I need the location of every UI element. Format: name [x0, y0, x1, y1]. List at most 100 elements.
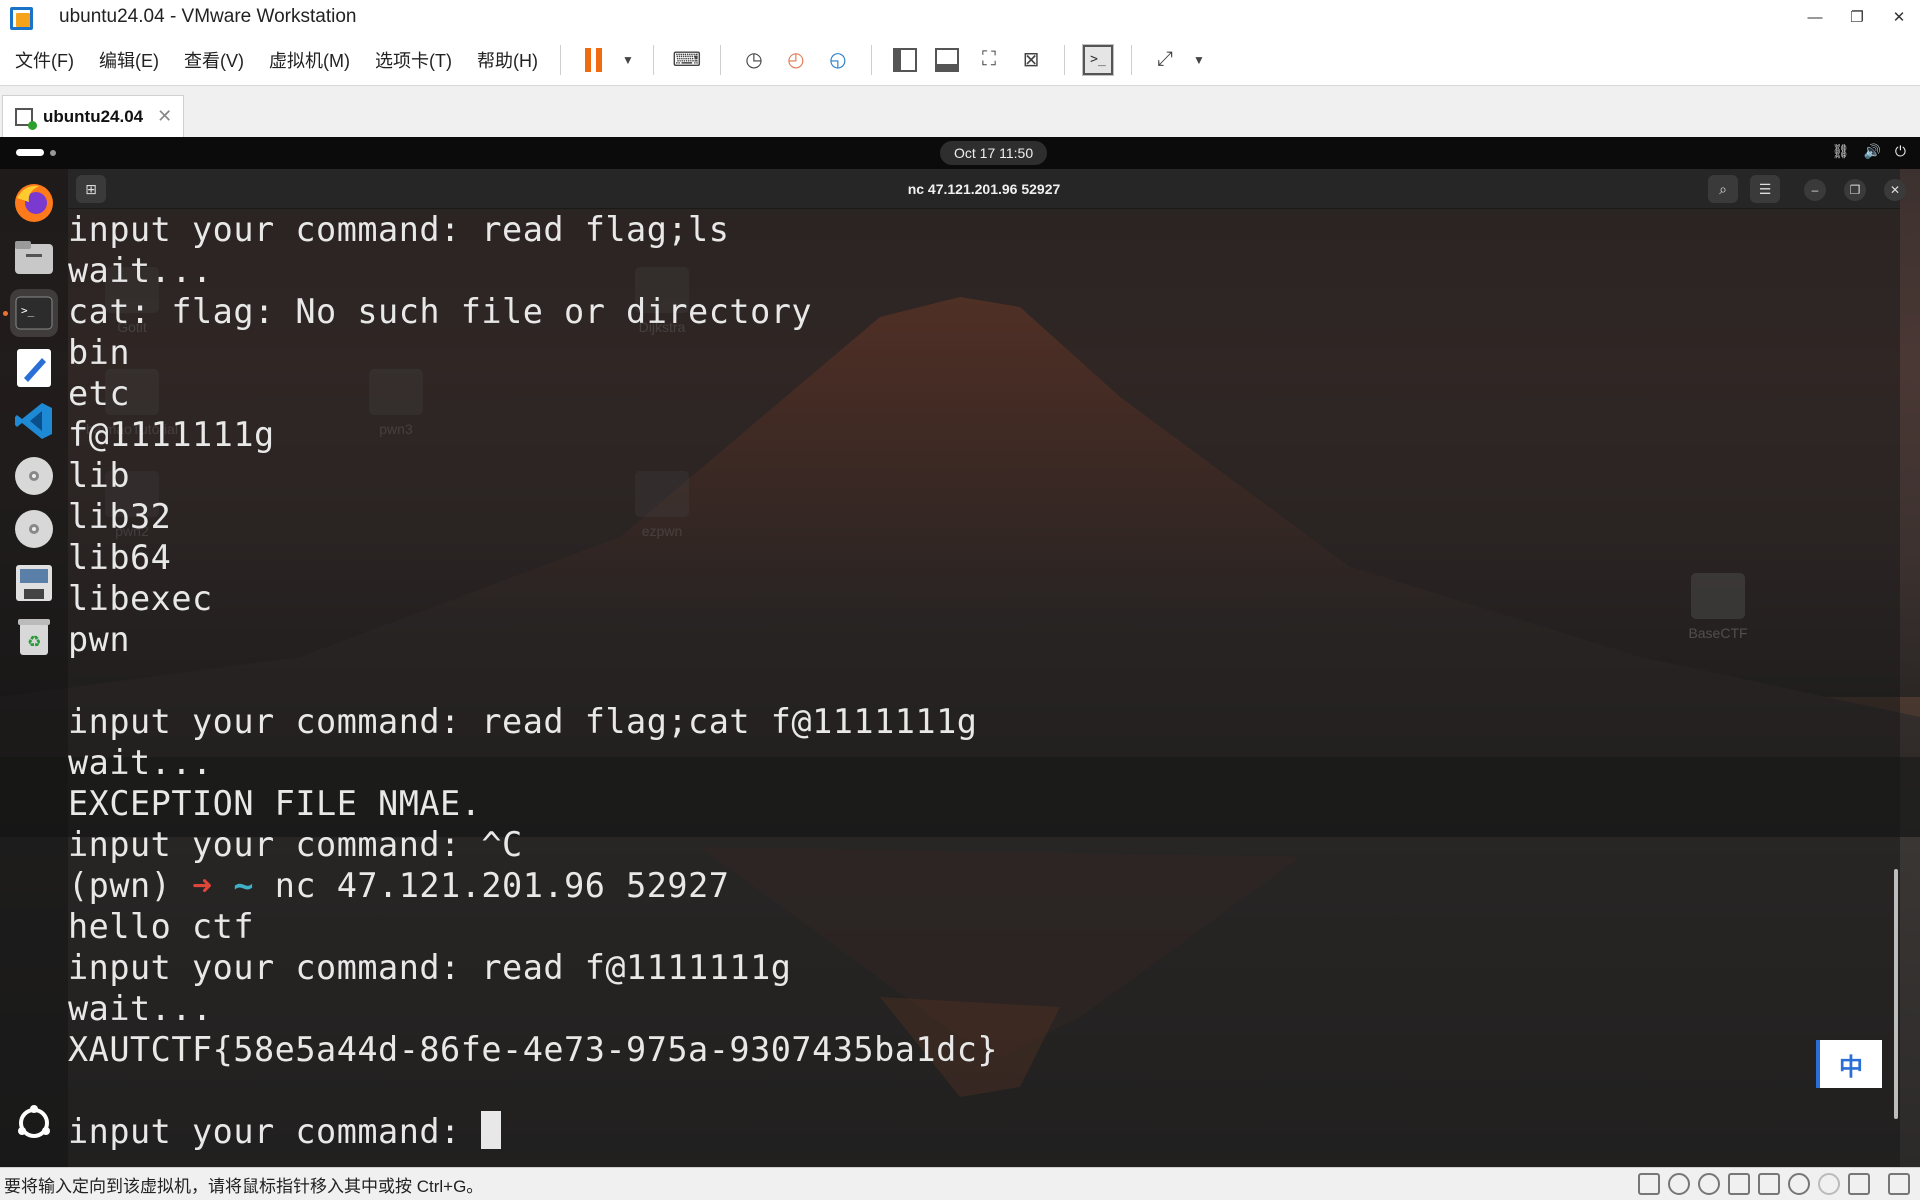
terminal-line: hello ctf — [68, 907, 255, 946]
vscode-icon[interactable] — [10, 397, 58, 445]
trash-icon[interactable]: ♻ — [10, 613, 58, 661]
text-editor-icon[interactable] — [10, 344, 58, 392]
vmware-logo-icon — [7, 4, 33, 30]
power-icon: ⏻ — [1894, 143, 1906, 159]
toolbar-separator — [870, 44, 872, 75]
shell-prompt-line: (pwn) ➜ ~ nc 47.121.201.96 52927 — [68, 865, 1900, 906]
restore-button[interactable]: ❐ — [1836, 0, 1878, 34]
sound-card-icon[interactable] — [1818, 1173, 1840, 1195]
device-status-icons — [1638, 1173, 1910, 1195]
usb-icon[interactable] — [1788, 1173, 1810, 1195]
terminal-input-line[interactable]: input your command: — [68, 1111, 1900, 1152]
text-cursor — [481, 1111, 502, 1149]
minimize-button[interactable]: — — [1794, 0, 1836, 34]
terminal-output[interactable]: input your command: read flag;ls wait...… — [68, 209, 1900, 1167]
dropdown-arrow-icon[interactable]: ▼ — [1192, 45, 1206, 75]
terminal-scrollbar[interactable] — [1894, 869, 1898, 1119]
toolbar-separator — [1063, 44, 1065, 75]
message-icon[interactable] — [1888, 1173, 1910, 1195]
menu-edit[interactable]: 编辑(E) — [89, 47, 169, 73]
clock[interactable]: Oct 17 11:50 — [940, 141, 1048, 165]
cd-drive-icon[interactable] — [1698, 1173, 1720, 1195]
menu-file[interactable]: 文件(F) — [5, 47, 84, 73]
terminal-line: wait... — [68, 989, 213, 1028]
printer-icon[interactable] — [1848, 1173, 1870, 1195]
window-title: ubuntu24.04 - VMware Workstation — [59, 6, 357, 27]
prompt-env: (pwn) — [68, 866, 193, 905]
terminal-line: bin — [68, 333, 131, 372]
terminal-line: lib32 — [68, 497, 172, 536]
toolbar-separator — [559, 44, 561, 75]
show-apps-ubuntu-icon[interactable] — [10, 1099, 58, 1147]
snapshot-icon[interactable]: ◷ — [739, 45, 769, 75]
status-message: 要将输入定向到该虚拟机，请将鼠标指针移入其中或按 Ctrl+G。 — [4, 1176, 484, 1196]
terminal-line: wait... — [68, 743, 213, 782]
terminal-line: input your command: read flag;cat f@1111… — [68, 702, 978, 741]
volume-icon: 🔊 — [1863, 143, 1881, 159]
minimize-icon[interactable]: – — [1804, 179, 1826, 201]
disc-icon[interactable] — [10, 505, 58, 553]
maximize-icon[interactable]: ❐ — [1844, 179, 1866, 201]
floppy-drive-icon[interactable] — [10, 559, 58, 607]
menu-bar: 文件(F) 编辑(E) 查看(V) 虚拟机(M) 选项卡(T) 帮助(H) ▼ … — [0, 34, 1920, 86]
terminal-icon[interactable]: >_ — [10, 289, 58, 337]
floppy-icon[interactable] — [1728, 1173, 1750, 1195]
send-ctrl-alt-del-icon[interactable]: ⌨ — [672, 45, 702, 75]
terminal-line: wait... — [68, 251, 213, 290]
running-indicator — [3, 311, 8, 316]
workspace-indicator[interactable] — [16, 149, 56, 156]
close-icon[interactable]: ✕ — [1884, 179, 1906, 201]
ubuntu-dock: >_ ♻ — [0, 169, 68, 1167]
tab-close-icon[interactable]: ✕ — [157, 106, 172, 127]
terminal-line: libexec — [68, 579, 213, 618]
input-prompt: input your command: — [68, 1112, 482, 1151]
prompt-command: nc 47.121.201.96 52927 — [274, 866, 730, 905]
menu-help[interactable]: 帮助(H) — [467, 47, 548, 73]
menu-view[interactable]: 查看(V) — [174, 47, 254, 73]
console-view-icon[interactable]: >_ — [1081, 43, 1114, 76]
network-icon: ⛓ — [1831, 143, 1850, 159]
unity-icon[interactable]: ⊠ — [1016, 45, 1046, 75]
stretch-icon[interactable]: ⤢ — [1150, 45, 1180, 75]
guest-screen[interactable]: Gotit Dijkstra baimaoTutorial pwn3 pwn2 … — [0, 137, 1920, 1167]
pause-icon[interactable] — [579, 45, 609, 75]
revert-snapshot-icon[interactable]: ◴ — [781, 45, 811, 75]
thumbnail-icon[interactable] — [932, 45, 962, 75]
terminal-line: EXCEPTION FILE NMAE. — [68, 784, 482, 823]
prompt-arrow-icon: ➜ — [192, 866, 213, 905]
files-icon[interactable] — [10, 234, 58, 282]
fullscreen-icon[interactable]: ⛶ — [974, 45, 1004, 75]
hamburger-menu-icon[interactable]: ☰ — [1750, 175, 1780, 203]
terminal-line: lib — [68, 456, 131, 495]
terminal-window[interactable]: ⊞ nc 47.121.201.96 52927 ⌕ ☰ – ❐ ✕ input… — [68, 169, 1906, 1167]
search-icon[interactable]: ⌕ — [1708, 175, 1738, 203]
terminal-title: nc 47.121.201.96 52927 — [907, 181, 1061, 197]
close-button[interactable]: ✕ — [1878, 0, 1920, 34]
ubuntu-top-bar: Oct 17 11:50 ⛓ 🔊 ⏻ — [0, 137, 1920, 169]
snapshot-manager-icon[interactable]: ◵ — [823, 45, 853, 75]
hard-disk-icon[interactable] — [1638, 1173, 1660, 1195]
terminal-line: f@1111111g — [68, 415, 275, 454]
menu-tabs[interactable]: 选项卡(T) — [365, 47, 462, 73]
title-bar: ubuntu24.04 - VMware Workstation — ❐ ✕ — [0, 0, 1920, 34]
library-icon[interactable] — [890, 45, 920, 75]
ime-indicator[interactable]: 中 — [1816, 1040, 1882, 1088]
tab-ubuntu[interactable]: ubuntu24.04 ✕ — [2, 95, 184, 137]
toolbar-separator — [652, 44, 654, 75]
system-tray[interactable]: ⛓ 🔊 ⏻ — [1832, 143, 1906, 160]
tab-label: ubuntu24.04 — [43, 106, 144, 126]
cd-drive-icon[interactable] — [1668, 1173, 1690, 1195]
dropdown-arrow-icon[interactable]: ▼ — [621, 45, 635, 75]
svg-text:>_: >_ — [21, 304, 35, 317]
terminal-line: input your command: read f@1111111g — [68, 948, 792, 987]
terminal-line: lib64 — [68, 538, 172, 577]
menu-vm[interactable]: 虚拟机(M) — [259, 47, 360, 73]
network-adapter-icon[interactable] — [1758, 1173, 1780, 1195]
firefox-icon[interactable] — [10, 179, 58, 227]
svg-text:♻: ♻ — [27, 634, 41, 651]
terminal-line: pwn — [68, 620, 131, 659]
disc-icon[interactable] — [10, 452, 58, 500]
terminal-line: cat: flag: No such file or directory — [68, 292, 813, 331]
